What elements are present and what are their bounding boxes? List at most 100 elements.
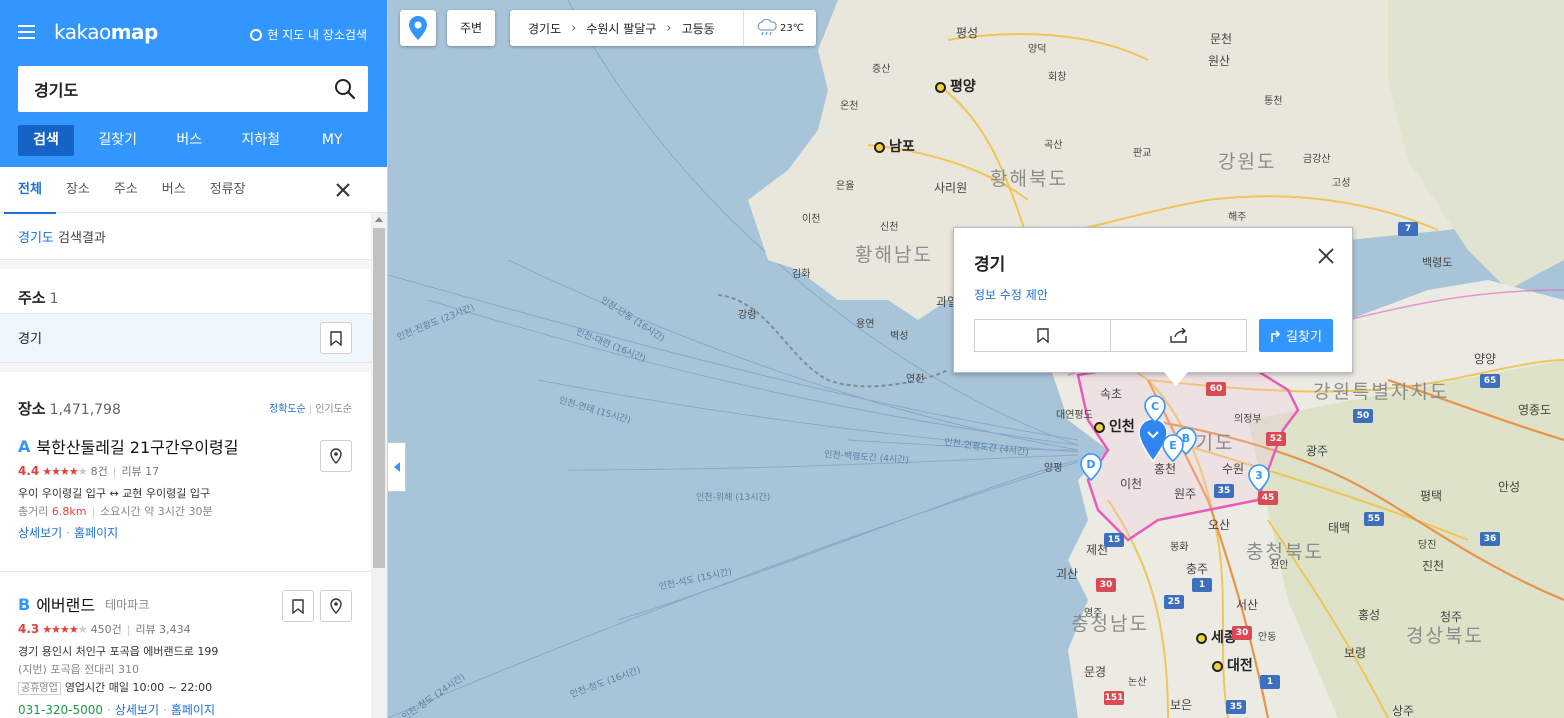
popup-title: 경기 — [974, 255, 1006, 275]
marker-C[interactable]: C — [1144, 395, 1166, 423]
place-category: 테마파크 — [105, 597, 150, 612]
tab-subway[interactable]: 지하철 — [225, 125, 297, 156]
tab-my[interactable]: MY — [297, 125, 369, 156]
kakaomap-logo[interactable]: kakaomap — [54, 20, 158, 44]
town-label: 영종도 — [1518, 403, 1552, 417]
tab-bus[interactable]: 버스 — [154, 125, 226, 156]
address-section-title: 주소 1 — [18, 289, 59, 307]
radio-icon[interactable] — [250, 28, 263, 41]
search-input[interactable] — [18, 79, 318, 99]
cat-tab-stop[interactable]: 정류장 — [210, 167, 246, 213]
search-icon[interactable] — [334, 78, 356, 100]
cat-tab-address[interactable]: 주소 — [114, 167, 138, 213]
location-icon — [330, 598, 342, 614]
map-canvas[interactable]: 황해북도 강원도 황해남도 강원특별자치도 경기도 충청북도 충청남도 경상북도… — [388, 0, 1564, 718]
town-label: 원산 — [1208, 54, 1231, 68]
town-label: 이천 — [1120, 477, 1143, 491]
bookmark-button[interactable] — [282, 590, 314, 622]
place-name[interactable]: A 북한산둘레길 21구간우이령길 — [18, 432, 354, 460]
address-count: 1 — [49, 291, 59, 307]
cat-tab-bus[interactable]: 버스 — [162, 167, 186, 213]
highway-shield: 35 — [1214, 484, 1234, 498]
town-label: 사리원 — [934, 181, 968, 195]
location-button[interactable] — [320, 440, 352, 472]
directions-icon — [1271, 329, 1281, 342]
sort-accuracy[interactable]: 정확도순 — [269, 404, 306, 415]
bookmark-button[interactable] — [320, 322, 352, 354]
collapse-sidebar-button[interactable] — [388, 442, 406, 492]
around-button[interactable]: 주변 — [447, 10, 495, 46]
place-letter: B — [18, 594, 31, 614]
weather-widget[interactable]: 23℃ — [743, 10, 816, 46]
marker-E[interactable]: E — [1162, 434, 1184, 462]
town-label: 보은 — [1170, 698, 1193, 712]
location-button[interactable] — [320, 590, 352, 622]
sort-popularity[interactable]: 인기도순 — [315, 404, 352, 415]
menu-icon[interactable] — [18, 25, 35, 39]
place-letter: A — [18, 436, 31, 456]
town-label: 서산 — [1236, 598, 1259, 612]
homepage-link[interactable]: 홈페이지 — [74, 526, 118, 540]
address-item[interactable]: 경기 — [0, 313, 372, 363]
svg-text:D: D — [1086, 458, 1095, 471]
list-item[interactable]: A 북한산둘레길 21구간우이령길 4.4 ★★★★★ 8건 | 리뷰 17 우이 … — [0, 422, 372, 572]
town-label: 홍천 — [1154, 462, 1177, 476]
breadcrumb-city[interactable]: 수원시 팔달구 — [586, 20, 656, 37]
current-location-button[interactable] — [400, 10, 436, 46]
tab-search[interactable]: 검색 — [18, 125, 74, 156]
tab-directions[interactable]: 길찾기 — [82, 125, 154, 156]
rain-cloud-icon — [757, 19, 777, 36]
breadcrumb-dong[interactable]: 고등동 — [682, 20, 715, 37]
edit-suggestion-link[interactable]: 정보 수정 제안 — [974, 286, 1048, 303]
detail-link[interactable]: 상세보기 — [115, 703, 159, 717]
highway-shield: 52 — [1266, 432, 1286, 446]
map-label: 경상북도 — [1406, 625, 1484, 647]
divider — [0, 363, 372, 372]
town-label: 논산 — [1128, 677, 1147, 688]
svg-text:3: 3 — [1255, 469, 1263, 482]
weather-temp: 23℃ — [780, 22, 804, 34]
place-route: 우이 우이령길 입구 ↔ 교현 우이령길 입구 — [18, 487, 211, 500]
marker-D[interactable]: D — [1080, 453, 1102, 481]
town-label: 용연 — [856, 319, 875, 330]
detail-link[interactable]: 상세보기 — [18, 526, 62, 540]
area-search-toggle[interactable]: 현 지도 내 장소검색 — [250, 26, 367, 43]
pin-icon — [409, 16, 427, 40]
town-label: 이천 — [802, 214, 821, 225]
marker-cluster-3[interactable]: 3 — [1248, 464, 1270, 492]
scrollbar-thumb[interactable] — [373, 228, 385, 568]
town-label: 벽성 — [890, 331, 909, 342]
place-distance: 총거리 6.8km | 소요시간 약 3시간 30분 — [18, 505, 213, 518]
rating: 4.4 ★★★★★ 8건 | 리뷰 17 — [18, 464, 160, 478]
close-icon[interactable] — [1316, 246, 1336, 266]
highway-shield: 151 — [1104, 691, 1124, 705]
town-label: 김화 — [792, 269, 811, 280]
town-label: 양양 — [1474, 352, 1497, 366]
cat-tab-place[interactable]: 장소 — [66, 167, 90, 213]
sidebar: kakaomap 현 지도 내 장소검색 검색 길찾기 버스 지하철 MY — [0, 0, 388, 718]
city-label: 인천 — [1094, 416, 1135, 436]
svg-text:E: E — [1169, 439, 1177, 452]
directions-button[interactable]: 길찾기 — [1259, 319, 1333, 352]
scroll-up-icon[interactable] — [375, 217, 383, 222]
scrollbar[interactable] — [371, 213, 387, 718]
list-item[interactable]: B 에버랜드 테마파크 4.3 ★★★★★ 450건 | 리뷰 3,434 경기 용인… — [0, 572, 372, 718]
breadcrumb-province[interactable]: 경기도 — [528, 20, 561, 37]
search-box — [18, 66, 368, 112]
place-hours: 공휴영업 영업시간 매일 10:00 ~ 22:00 — [18, 680, 354, 697]
map-label: 황해북도 — [990, 168, 1068, 190]
popup-share-button[interactable] — [1111, 320, 1246, 351]
area-search-label: 현 지도 내 장소검색 — [267, 28, 367, 42]
share-icon — [1169, 328, 1187, 343]
phone-link[interactable]: 031-320-5000 — [18, 703, 103, 717]
cat-tab-all[interactable]: 전체 — [4, 167, 56, 214]
close-icon[interactable] — [335, 182, 351, 198]
highway-shield: 60 — [1206, 382, 1226, 396]
chevron-right-icon: › — [571, 20, 577, 36]
category-tabs: 전체 장소 주소 버스 정류장 — [0, 167, 387, 214]
town-label: 온천 — [840, 101, 859, 112]
popup-bookmark-button[interactable] — [975, 320, 1111, 351]
homepage-link[interactable]: 홈페이지 — [171, 703, 215, 717]
place-section-title: 장소 1,471,798 정확도순 | 인기도순 — [18, 400, 352, 418]
svg-text:C: C — [1151, 400, 1159, 413]
